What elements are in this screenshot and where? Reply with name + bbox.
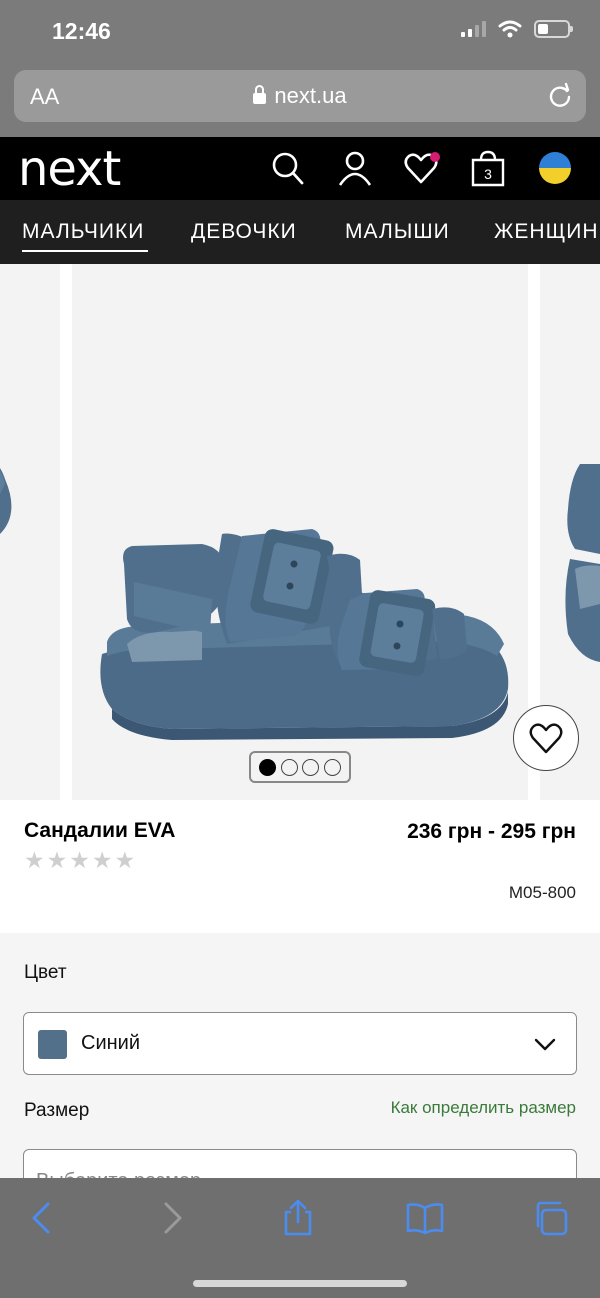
bookmarks-icon[interactable] bbox=[405, 1198, 445, 1238]
category-babies[interactable]: МАЛЫШИ bbox=[345, 220, 450, 244]
heart-icon bbox=[529, 723, 563, 754]
add-to-favorites-button[interactable] bbox=[513, 705, 579, 771]
status-bar: 12:46 bbox=[0, 0, 600, 64]
image-pagination[interactable] bbox=[249, 751, 351, 783]
next-logo[interactable]: next bbox=[18, 141, 121, 197]
cart-count: 3 bbox=[484, 166, 492, 182]
color-select[interactable]: Синий bbox=[23, 1012, 577, 1075]
color-label: Цвет bbox=[24, 962, 67, 983]
reload-icon[interactable] bbox=[546, 82, 574, 110]
tabs-icon[interactable] bbox=[532, 1198, 572, 1238]
star-icon: ★ bbox=[24, 847, 45, 873]
browser-address-area: AA next.ua bbox=[0, 64, 600, 137]
size-label: Размер bbox=[24, 1100, 90, 1121]
category-girls[interactable]: ДЕВОЧКИ bbox=[191, 220, 297, 244]
wifi-icon bbox=[498, 20, 522, 38]
url-text: next.ua bbox=[274, 83, 347, 108]
site-header: next 3 bbox=[0, 137, 600, 200]
bag-icon[interactable]: 3 bbox=[470, 149, 506, 187]
star-icon: ★ bbox=[114, 847, 136, 873]
previous-slide[interactable] bbox=[0, 264, 60, 800]
status-icons bbox=[461, 20, 573, 38]
color-value: Синий bbox=[81, 1032, 141, 1054]
product-title: Сандалии EVA bbox=[24, 819, 176, 842]
cellular-signal-icon bbox=[461, 21, 486, 37]
category-women[interactable]: ЖЕНЩИНЫ bbox=[494, 220, 600, 244]
previous-sandal-image bbox=[0, 468, 12, 534]
category-boys[interactable]: МАЛЬЧИКИ bbox=[22, 220, 144, 244]
pagination-dot-1[interactable] bbox=[259, 758, 277, 776]
browser-toolbar bbox=[0, 1178, 600, 1298]
battery-icon bbox=[534, 20, 573, 38]
share-icon[interactable] bbox=[278, 1198, 318, 1238]
ukraine-flag-icon[interactable] bbox=[537, 149, 573, 187]
size-guide-link[interactable]: Как определить размер bbox=[391, 1098, 576, 1118]
status-time: 12:46 bbox=[52, 18, 111, 44]
chevron-down-icon bbox=[534, 1038, 556, 1051]
forward-icon[interactable] bbox=[152, 1198, 192, 1238]
product-image-carousel[interactable] bbox=[0, 264, 600, 800]
sandal-image bbox=[100, 529, 509, 740]
back-icon[interactable] bbox=[22, 1198, 62, 1238]
address-bar[interactable]: AA next.ua bbox=[14, 70, 586, 122]
star-icon: ★ bbox=[46, 847, 68, 873]
pagination-dot-2[interactable] bbox=[280, 758, 298, 776]
rating-stars[interactable]: ★ ★ ★ ★ ★ bbox=[24, 848, 135, 872]
product-options: Цвет Синий Размер Как определить размер … bbox=[0, 933, 600, 1212]
category-nav: МАЛЬЧИКИ ДЕВОЧКИ МАЛЫШИ ЖЕНЩИНЫ bbox=[0, 200, 600, 264]
home-indicator bbox=[193, 1280, 407, 1287]
pagination-dot-3[interactable] bbox=[302, 758, 320, 776]
pagination-dot-4[interactable] bbox=[323, 758, 341, 776]
star-icon: ★ bbox=[69, 847, 90, 873]
lock-icon bbox=[253, 85, 267, 104]
star-icon: ★ bbox=[91, 847, 113, 873]
wishlist-badge-dot bbox=[430, 152, 440, 162]
active-category-underline bbox=[22, 250, 148, 252]
product-info: Сандалии EVA ★ ★ ★ ★ ★ 236 грн - 295 грн… bbox=[0, 800, 600, 933]
url-display[interactable]: next.ua bbox=[14, 83, 586, 109]
active-slide[interactable] bbox=[72, 264, 528, 800]
product-price: 236 грн - 295 грн bbox=[407, 820, 576, 843]
search-icon[interactable] bbox=[270, 149, 306, 187]
color-swatch bbox=[38, 1030, 67, 1059]
product-sku: M05-800 bbox=[508, 883, 576, 902]
account-icon[interactable] bbox=[337, 149, 373, 187]
